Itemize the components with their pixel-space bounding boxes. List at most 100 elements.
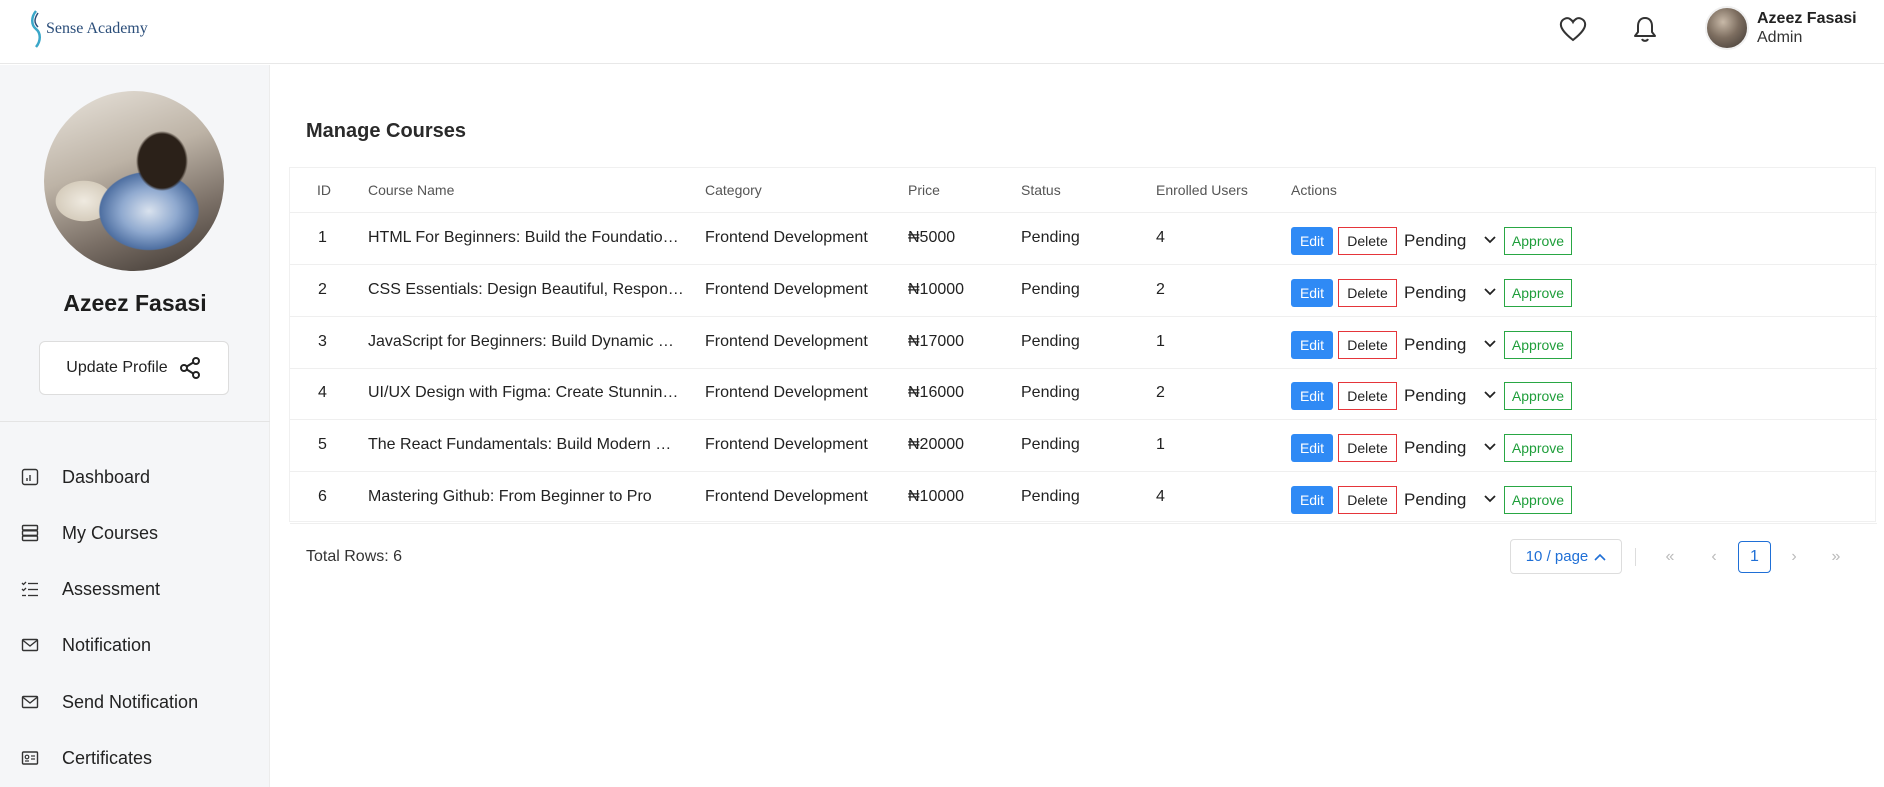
approve-button[interactable]: Approve xyxy=(1504,227,1572,255)
cell-category: Frontend Development xyxy=(705,229,868,246)
top-bar: Sense Academy Azeez Fasasi Admin xyxy=(0,0,1884,64)
sidebar-divider xyxy=(0,421,270,422)
table-row: 3 JavaScript for Beginners: Build Dynamic… xyxy=(290,317,1877,369)
prev-page-icon[interactable]: ‹ xyxy=(1699,543,1729,571)
dashboard-icon xyxy=(21,468,39,486)
cell-id: 6 xyxy=(318,488,327,505)
edit-button[interactable]: Edit xyxy=(1291,331,1333,359)
table-row: 6 Mastering Github: From Beginner to Pro F… xyxy=(290,472,1877,524)
status-select[interactable]: Pending xyxy=(1404,486,1500,514)
last-page-icon[interactable]: » xyxy=(1821,543,1851,571)
sidebar-item-label: Certificates xyxy=(62,747,153,768)
user-menu[interactable]: Azeez Fasasi Admin xyxy=(1705,6,1857,50)
edit-button[interactable]: Edit xyxy=(1291,227,1333,255)
cell-course-name: CSS Essentials: Design Beautiful, Respon… xyxy=(368,281,686,298)
delete-button[interactable]: Delete xyxy=(1338,279,1397,307)
user-role: Admin xyxy=(1757,29,1803,46)
first-page-icon[interactable]: « xyxy=(1655,543,1685,571)
cell-category: Frontend Development xyxy=(705,281,868,298)
status-select[interactable]: Pending xyxy=(1404,227,1500,255)
sidebar-item-my-courses[interactable]: My Courses xyxy=(0,513,270,553)
status-select[interactable]: Pending xyxy=(1404,434,1500,462)
chevron-down-icon xyxy=(1484,340,1496,348)
next-page-icon[interactable]: › xyxy=(1779,543,1809,571)
cell-status: Pending xyxy=(1021,229,1080,246)
status-select[interactable]: Pending xyxy=(1404,279,1500,307)
chevron-down-icon xyxy=(1484,236,1496,244)
bell-icon[interactable] xyxy=(1630,14,1660,44)
edit-button[interactable]: Edit xyxy=(1291,486,1333,514)
page-size-label: 10 / page xyxy=(1525,548,1589,565)
sidebar-item-certificates[interactable]: Certificates xyxy=(0,738,270,778)
table-header: ID Course Name Category Price Status Enr… xyxy=(290,168,1877,213)
cell-id: 3 xyxy=(318,333,327,350)
column-header-category: Category xyxy=(705,182,762,198)
cell-category: Frontend Development xyxy=(705,333,868,350)
cell-id: 2 xyxy=(318,281,327,298)
sidebar-item-send-notification[interactable]: Send Notification xyxy=(0,682,270,722)
sidebar: Azeez Fasasi Update Profile Dashboard My… xyxy=(0,65,270,787)
delete-button[interactable]: Delete xyxy=(1338,331,1397,359)
status-select-value: Pending xyxy=(1404,386,1467,405)
table-row: 2 CSS Essentials: Design Beautiful, Respo… xyxy=(290,265,1877,317)
edit-button[interactable]: Edit xyxy=(1291,382,1333,410)
cell-id: 5 xyxy=(318,436,327,453)
edit-button[interactable]: Edit xyxy=(1291,434,1333,462)
table-row: 1 HTML For Beginners: Build the Foundatio… xyxy=(290,213,1877,265)
approve-button[interactable]: Approve xyxy=(1504,382,1572,410)
total-rows: Total Rows: 6 xyxy=(306,548,403,565)
sidebar-item-label: Notification xyxy=(62,634,152,655)
chevron-down-icon xyxy=(1484,495,1496,503)
column-header-price: Price xyxy=(908,182,940,198)
cell-id: 4 xyxy=(318,384,327,401)
mail-icon xyxy=(21,638,39,652)
status-select-value: Pending xyxy=(1404,438,1467,457)
table-row: 4 UI/UX Design with Figma: Create Stunnin… xyxy=(290,368,1877,420)
approve-button[interactable]: Approve xyxy=(1504,486,1572,514)
cell-enrolled: 4 xyxy=(1156,488,1165,505)
logo[interactable]: Sense Academy xyxy=(28,8,148,50)
courses-table: ID Course Name Category Price Status Enr… xyxy=(289,167,1877,524)
sidebar-item-assessment[interactable]: Assessment xyxy=(0,569,270,609)
edit-button[interactable]: Edit xyxy=(1291,279,1333,307)
cell-status: Pending xyxy=(1021,436,1080,453)
profile-name: Azeez Fasasi xyxy=(63,290,207,316)
delete-button[interactable]: Delete xyxy=(1338,434,1397,462)
column-header-enrolled-users: Enrolled Users xyxy=(1156,182,1248,198)
update-profile-button[interactable]: Update Profile xyxy=(39,341,229,395)
update-profile-label: Update Profile xyxy=(66,359,168,376)
heart-icon[interactable] xyxy=(1558,14,1588,44)
approve-button[interactable]: Approve xyxy=(1504,331,1572,359)
logo-icon xyxy=(31,10,41,48)
sidebar-item-notification[interactable]: Notification xyxy=(0,625,270,665)
cell-price: ₦10000 xyxy=(908,281,965,298)
share-icon xyxy=(179,357,200,379)
page-number-current[interactable]: 1 xyxy=(1738,541,1771,573)
user-name: Azeez Fasasi xyxy=(1757,10,1857,27)
status-select-value: Pending xyxy=(1404,283,1467,302)
page-size-select[interactable]: 10 / page xyxy=(1510,539,1622,574)
cell-course-name: The React Fundamentals: Build Modern Web… xyxy=(368,436,686,453)
cell-enrolled: 1 xyxy=(1156,436,1165,453)
status-select[interactable]: Pending xyxy=(1404,331,1500,359)
sidebar-item-dashboard[interactable]: Dashboard xyxy=(0,457,270,497)
sidebar-item-label: Dashboard xyxy=(62,466,151,487)
cell-category: Frontend Development xyxy=(705,488,868,505)
status-select[interactable]: Pending xyxy=(1404,382,1500,410)
cell-status: Pending xyxy=(1021,333,1080,350)
sidebar-item-label: My Courses xyxy=(62,522,159,543)
cell-category: Frontend Development xyxy=(705,436,868,453)
delete-button[interactable]: Delete xyxy=(1338,227,1397,255)
delete-button[interactable]: Delete xyxy=(1338,486,1397,514)
table-row: 5 The React Fundamentals: Build Modern We… xyxy=(290,420,1877,472)
cell-course-name: Mastering Github: From Beginner to Pro xyxy=(368,488,652,505)
avatar xyxy=(1705,6,1749,50)
column-header-status: Status xyxy=(1021,182,1061,198)
chevron-down-icon xyxy=(1484,443,1496,451)
approve-button[interactable]: Approve xyxy=(1504,434,1572,462)
cell-enrolled: 2 xyxy=(1156,281,1165,298)
status-select-value: Pending xyxy=(1404,231,1467,250)
delete-button[interactable]: Delete xyxy=(1338,382,1397,410)
approve-button[interactable]: Approve xyxy=(1504,279,1572,307)
cell-id: 1 xyxy=(318,229,327,246)
